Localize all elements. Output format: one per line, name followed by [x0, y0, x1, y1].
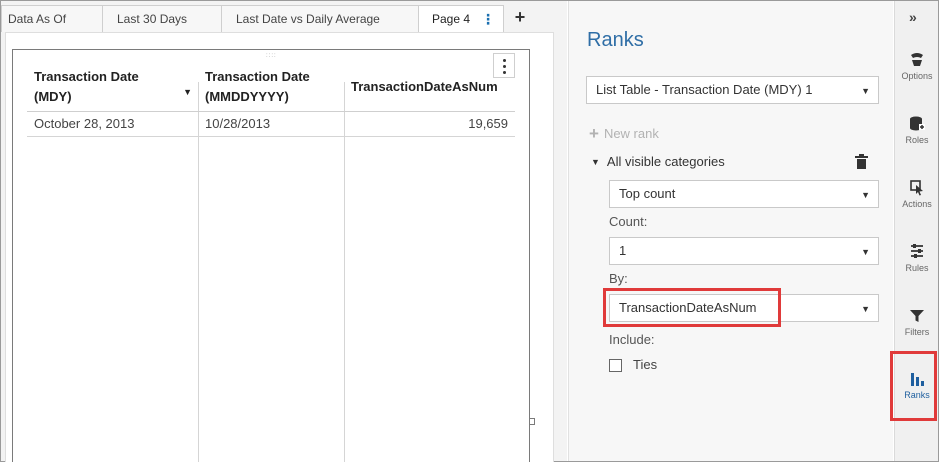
- header-line: TransactionDateAsNum: [351, 79, 498, 94]
- rail-item-roles[interactable]: Roles: [895, 115, 939, 171]
- list-table-object[interactable]: :::: Transaction Date (MDY) ▼ Transactio…: [12, 49, 535, 462]
- tab-last-30-days[interactable]: Last 30 Days: [102, 5, 222, 32]
- collapse-panel-button[interactable]: »: [909, 9, 917, 25]
- by-value: TransactionDateAsNum: [619, 300, 757, 315]
- panel-title: Ranks: [587, 29, 644, 51]
- rail-item-ranks[interactable]: Ranks: [895, 370, 939, 426]
- more-dot-icon: [502, 59, 506, 62]
- table-row[interactable]: October 28, 2013 10/28/2013 19,659: [27, 111, 515, 137]
- rules-icon: [911, 244, 923, 258]
- new-rank-button[interactable]: + New rank: [589, 124, 659, 144]
- rail-item-label: Roles: [905, 135, 929, 145]
- include-label: Include:: [609, 332, 655, 347]
- table-cell: 19,659: [344, 111, 515, 137]
- rail-item-label: Rules: [905, 263, 929, 273]
- header-line: (MDY): [34, 89, 72, 104]
- object-select[interactable]: List Table - Transaction Date (MDY) 1 ▼: [586, 76, 879, 104]
- table-cell: 10/28/2013: [198, 111, 344, 137]
- column-header-transaction-date-mdy[interactable]: Transaction Date (MDY) ▼: [27, 63, 198, 112]
- object-select-value: List Table - Transaction Date (MDY) 1: [596, 82, 813, 97]
- count-value: 1: [619, 243, 627, 258]
- list-table: Transaction Date (MDY) ▼ Transaction Dat…: [27, 63, 515, 137]
- rank-type-select[interactable]: Top count ▼: [609, 180, 879, 208]
- rail-item-label: Ranks: [904, 390, 930, 400]
- tab-label: Last 30 Days: [117, 12, 188, 26]
- rail-item-label: Actions: [902, 199, 932, 209]
- rank-type-value: Top count: [619, 186, 676, 201]
- resize-handle[interactable]: [529, 418, 535, 425]
- header-line: Transaction Date: [205, 69, 310, 84]
- plus-icon: +: [589, 124, 599, 143]
- collapse-triangle-icon: ▼: [591, 157, 600, 167]
- column-header-transaction-date-mmddyyyy[interactable]: Transaction Date (MMDDYYYY): [198, 63, 344, 112]
- report-canvas: Data As Of Last 30 Days Last Date vs Dai…: [1, 1, 567, 462]
- drag-handle-icon[interactable]: ::::: [266, 53, 278, 59]
- chevron-down-icon: ▼: [861, 247, 870, 257]
- new-rank-label: New rank: [603, 126, 659, 141]
- options-icon: [911, 53, 923, 66]
- header-line: (MMDDYYYY): [205, 89, 289, 104]
- ties-checkbox[interactable]: [609, 359, 622, 372]
- rail-item-filters[interactable]: Filters: [895, 307, 939, 363]
- by-label: By:: [609, 271, 628, 286]
- actions-icon: [910, 180, 923, 196]
- rail-item-actions[interactable]: Actions: [895, 179, 939, 235]
- chevron-down-icon: ▼: [861, 190, 870, 200]
- column-divider: [198, 82, 199, 462]
- roles-icon: [910, 116, 925, 131]
- trash-icon[interactable]: [855, 154, 868, 169]
- ranks-icon: [911, 373, 924, 386]
- tab-more-icon[interactable]: ⋮: [481, 6, 495, 32]
- rail-item-label: Filters: [904, 327, 930, 337]
- tab-data-as-of[interactable]: Data As Of: [1, 5, 103, 32]
- by-select[interactable]: TransactionDateAsNum ▼: [609, 294, 879, 322]
- column-divider: [344, 82, 345, 462]
- rank-group-toggle[interactable]: ▼ All visible categories: [591, 154, 725, 169]
- table-cell: October 28, 2013: [27, 111, 198, 137]
- ranks-panel: Ranks List Table - Transaction Date (MDY…: [568, 1, 893, 461]
- header-line: Transaction Date: [34, 69, 139, 84]
- count-label: Count:: [609, 214, 648, 229]
- report-page: :::: Transaction Date (MDY) ▼ Transactio…: [5, 32, 554, 462]
- rail-item-options[interactable]: Options: [895, 51, 939, 107]
- sort-descending-icon[interactable]: ▼: [183, 82, 192, 102]
- right-icon-rail: » Options Roles Actions Rules Filters Ra…: [894, 1, 938, 461]
- tab-page-4[interactable]: Page 4 ⋮: [418, 5, 504, 33]
- rank-group-label: All visible categories: [606, 154, 725, 169]
- page-tab-bar: Data As Of Last 30 Days Last Date vs Dai…: [1, 1, 567, 33]
- rail-item-label: Options: [901, 71, 933, 81]
- add-page-button[interactable]: +: [509, 5, 531, 31]
- chevron-down-icon: ▼: [861, 304, 870, 314]
- count-select[interactable]: 1 ▼: [609, 237, 879, 265]
- rail-item-rules[interactable]: Rules: [895, 243, 939, 299]
- tab-label: Page 4: [432, 12, 471, 26]
- tab-label: Last Date vs Daily Average: [236, 12, 380, 26]
- ties-label: Ties: [633, 357, 658, 372]
- tab-label: Data As Of: [8, 12, 67, 26]
- chevron-down-icon: ▼: [861, 86, 870, 96]
- filter-icon: [910, 310, 924, 322]
- tab-last-date-vs-daily-average[interactable]: Last Date vs Daily Average: [221, 5, 419, 32]
- column-header-transactiondateasnum[interactable]: TransactionDateAsNum: [344, 63, 515, 112]
